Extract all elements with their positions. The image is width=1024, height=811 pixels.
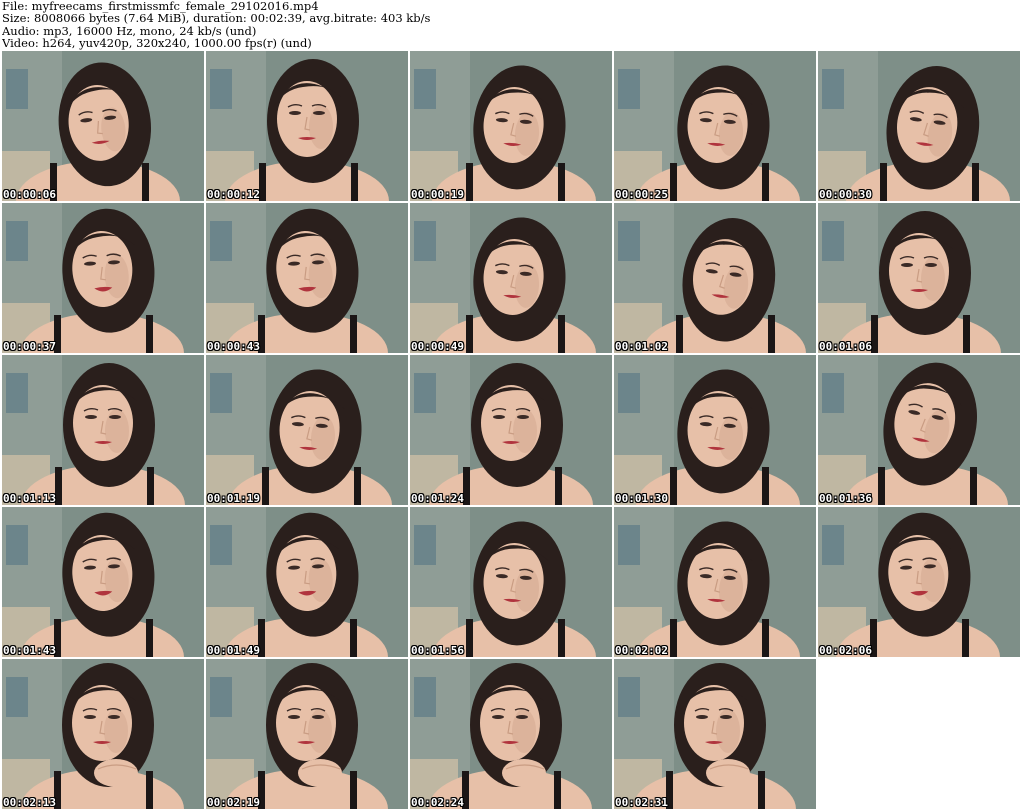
frame-timestamp: 00:01:24 (411, 492, 464, 505)
webcam-frame-image (206, 507, 408, 657)
thumbnail-frame: 00:00:19 (410, 51, 612, 201)
frame-timestamp: 00:00:49 (411, 340, 464, 353)
webcam-frame-image (614, 507, 816, 657)
frame-timestamp: 00:00:19 (411, 188, 464, 201)
file-size-line: Size: 8008066 bytes (7.64 MiB), duration… (2, 11, 431, 26)
thumbnail-frame: 00:01:24 (410, 355, 612, 505)
frame-timestamp: 00:01:06 (819, 340, 872, 353)
file-info-header: File: myfreecams_firstmissmfc_female_291… (2, 0, 1020, 50)
thumbnail-frame: 00:00:25 (614, 51, 816, 201)
frame-timestamp: 00:01:49 (207, 644, 260, 657)
webcam-frame-image (614, 659, 816, 809)
webcam-frame-image (2, 355, 204, 505)
webcam-frame-image (410, 51, 612, 201)
webcam-frame-image (614, 51, 816, 201)
thumbnail-frame: 00:01:43 (2, 507, 204, 657)
webcam-frame-image (206, 355, 408, 505)
webcam-frame-image (614, 203, 816, 353)
thumbnail-frame: 00:00:30 (818, 51, 1020, 201)
frame-timestamp: 00:01:13 (3, 492, 56, 505)
thumbnail-frame: 00:01:49 (206, 507, 408, 657)
frame-timestamp: 00:02:19 (207, 796, 260, 809)
frame-timestamp: 00:01:30 (615, 492, 668, 505)
thumbnail-frame: 00:00:43 (206, 203, 408, 353)
frame-timestamp: 00:01:43 (3, 644, 56, 657)
frame-timestamp: 00:01:02 (615, 340, 668, 353)
webcam-frame-image (206, 51, 408, 201)
frame-timestamp: 00:02:31 (615, 796, 668, 809)
webcam-frame-image (818, 355, 1020, 505)
frame-timestamp: 00:00:37 (3, 340, 56, 353)
frame-timestamp: 00:01:56 (411, 644, 464, 657)
frame-timestamp: 00:00:12 (207, 188, 260, 201)
webcam-frame-image (2, 51, 204, 201)
thumbnail-frame: 00:00:37 (2, 203, 204, 353)
thumbnail-frame: 00:01:19 (206, 355, 408, 505)
webcam-frame-image (818, 51, 1020, 201)
webcam-frame-image (410, 203, 612, 353)
video-info-line: Video: h264, yuv420p, 320x240, 1000.00 f… (2, 35, 312, 50)
thumbnail-frame: 00:02:24 (410, 659, 612, 809)
frame-timestamp: 00:00:25 (615, 188, 668, 201)
webcam-frame-image (818, 203, 1020, 353)
thumbnail-grid: 00:00:06 00:00:12 00:00:19 00:00:25 00:00:30… (2, 51, 1022, 811)
webcam-frame-image (206, 203, 408, 353)
webcam-frame-image (410, 659, 612, 809)
webcam-frame-image (818, 507, 1020, 657)
webcam-frame-image (2, 203, 204, 353)
webcam-frame-image (614, 355, 816, 505)
thumbnail-frame: 00:02:06 (818, 507, 1020, 657)
thumbnail-frame: 00:01:56 (410, 507, 612, 657)
frame-timestamp: 00:02:06 (819, 644, 872, 657)
frame-timestamp: 00:00:06 (3, 188, 56, 201)
frame-timestamp: 00:01:19 (207, 492, 260, 505)
thumbnail-frame: 00:02:31 (614, 659, 816, 809)
webcam-frame-image (2, 659, 204, 809)
thumbnail-frame: 00:01:36 (818, 355, 1020, 505)
thumbnail-frame: 00:01:30 (614, 355, 816, 505)
thumbnail-frame: 00:02:13 (2, 659, 204, 809)
frame-timestamp: 00:00:30 (819, 188, 872, 201)
thumbnail-frame: 00:00:12 (206, 51, 408, 201)
frame-timestamp: 00:01:36 (819, 492, 872, 505)
thumbnail-frame: 00:01:02 (614, 203, 816, 353)
webcam-frame-image (410, 355, 612, 505)
thumbnail-frame: 00:01:06 (818, 203, 1020, 353)
webcam-frame-image (2, 507, 204, 657)
thumbnail-frame: 00:01:13 (2, 355, 204, 505)
frame-timestamp: 00:02:24 (411, 796, 464, 809)
thumbnail-frame: 00:00:06 (2, 51, 204, 201)
webcam-frame-image (410, 507, 612, 657)
frame-timestamp: 00:02:02 (615, 644, 668, 657)
frame-timestamp: 00:02:13 (3, 796, 56, 809)
frame-timestamp: 00:00:43 (207, 340, 260, 353)
thumbnail-frame: 00:02:02 (614, 507, 816, 657)
thumbnail-frame: 00:02:19 (206, 659, 408, 809)
webcam-frame-image (206, 659, 408, 809)
thumbnail-frame: 00:00:49 (410, 203, 612, 353)
